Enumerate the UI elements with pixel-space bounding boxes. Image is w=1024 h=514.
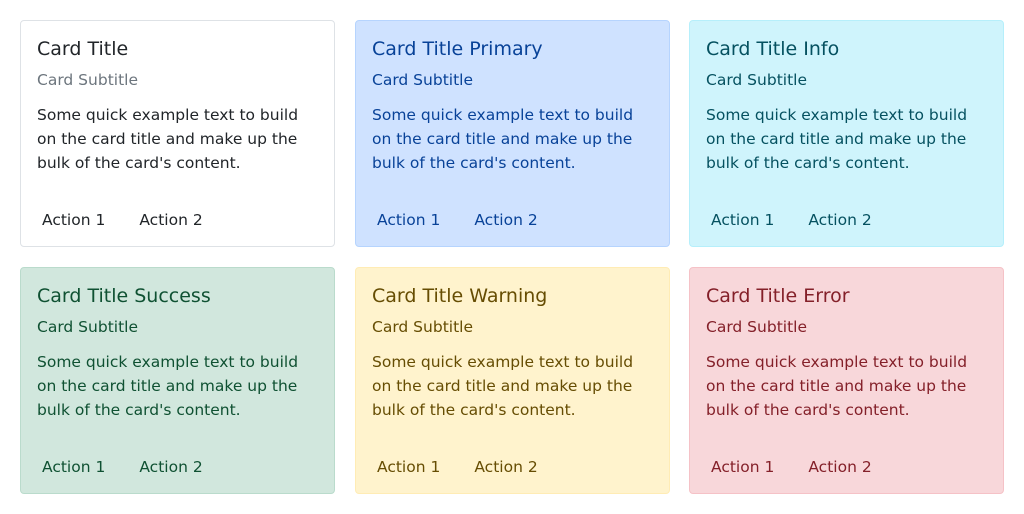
action-1-button[interactable]: Action 1	[372, 208, 445, 232]
card-subtitle: Card Subtitle	[372, 71, 473, 89]
card-success: Card Title Success Card Subtitle Some qu…	[20, 267, 335, 494]
action-2-button[interactable]: Action 2	[134, 208, 207, 232]
card-primary: Card Title Primary Card Subtitle Some qu…	[355, 20, 670, 247]
card-error: Card Title Error Card Subtitle Some quic…	[689, 267, 1004, 494]
action-2-button[interactable]: Action 2	[469, 208, 542, 232]
card-title: Card Title Primary	[372, 38, 543, 60]
card-subtitle: Card Subtitle	[706, 318, 807, 336]
card-actions: Action 1 Action 2	[372, 208, 543, 232]
action-1-button[interactable]: Action 1	[37, 455, 110, 479]
action-1-button[interactable]: Action 1	[706, 208, 779, 232]
card-title: Card Title	[37, 38, 129, 60]
card-info: Card Title Info Card Subtitle Some quick…	[689, 20, 1004, 247]
card-text: Some quick example text to build on the …	[37, 106, 299, 172]
card-subtitle: Card Subtitle	[37, 71, 138, 89]
action-2-button[interactable]: Action 2	[803, 208, 876, 232]
card-warning: Card Title Warning Card Subtitle Some qu…	[355, 267, 670, 494]
card-text: Some quick example text to build on the …	[372, 353, 634, 419]
action-2-button[interactable]: Action 2	[134, 455, 207, 479]
card-text: Some quick example text to build on the …	[372, 106, 634, 172]
card-subtitle: Card Subtitle	[372, 318, 473, 336]
card-default: Card Title Card Subtitle Some quick exam…	[20, 20, 335, 247]
card-title: Card Title Error	[706, 285, 850, 307]
card-subtitle: Card Subtitle	[37, 318, 138, 336]
card-actions: Action 1 Action 2	[37, 208, 208, 232]
card-title: Card Title Success	[37, 285, 211, 307]
card-grid: Card Title Card Subtitle Some quick exam…	[0, 0, 1024, 514]
card-actions: Action 1 Action 2	[37, 455, 208, 479]
action-2-button[interactable]: Action 2	[803, 455, 876, 479]
card-title: Card Title Info	[706, 38, 840, 60]
action-2-button[interactable]: Action 2	[469, 455, 542, 479]
action-1-button[interactable]: Action 1	[372, 455, 445, 479]
card-subtitle: Card Subtitle	[706, 71, 807, 89]
card-title: Card Title Warning	[372, 285, 548, 307]
action-1-button[interactable]: Action 1	[37, 208, 110, 232]
card-actions: Action 1 Action 2	[372, 455, 543, 479]
action-1-button[interactable]: Action 1	[706, 455, 779, 479]
card-text: Some quick example text to build on the …	[37, 353, 299, 419]
card-text: Some quick example text to build on the …	[706, 353, 968, 419]
card-text: Some quick example text to build on the …	[706, 106, 968, 172]
card-actions: Action 1 Action 2	[706, 455, 877, 479]
card-actions: Action 1 Action 2	[706, 208, 877, 232]
